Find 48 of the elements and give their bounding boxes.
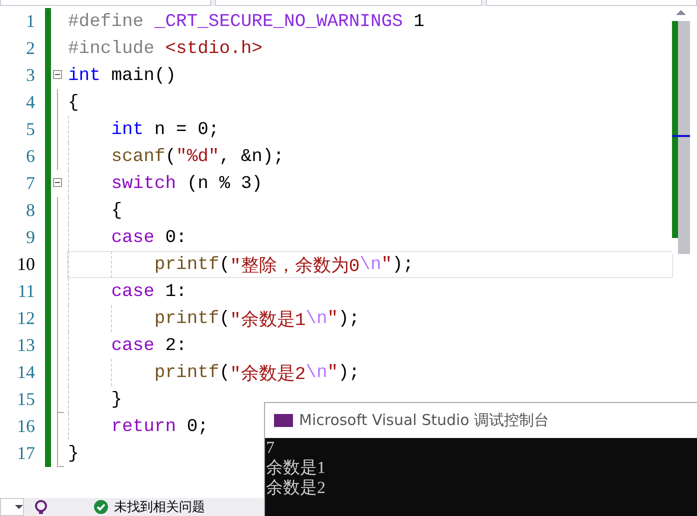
scroll-up-icon[interactable]	[676, 10, 686, 15]
console-output-line: 7	[266, 438, 276, 458]
issues-status-text: 未找到相关问题	[114, 499, 205, 516]
line-number: 16	[16, 416, 36, 437]
code-line: {	[67, 92, 80, 114]
console-icon	[274, 414, 293, 427]
caret-icon	[15, 504, 23, 510]
line-number: 13	[16, 335, 36, 356]
code-line: }	[67, 442, 80, 466]
line-number: 14	[16, 362, 36, 383]
line-number: 8	[25, 200, 36, 221]
code-line: #define _CRT_SECURE_NO_WARNINGS 1	[67, 10, 426, 34]
line-number: 2	[25, 38, 36, 59]
code-line: case 2:	[67, 332, 188, 359]
code-line: printf("余数是1\n");	[67, 305, 361, 332]
line-number: 12	[16, 308, 36, 329]
code-line: return 0;	[67, 413, 210, 440]
line-number: 4	[25, 92, 36, 113]
line-number: 17	[16, 443, 36, 464]
bulb-icon[interactable]	[34, 500, 48, 514]
scrollbar[interactable]	[672, 21, 690, 254]
console-output-line: 余数是1	[266, 458, 326, 478]
code-line: case 1:	[67, 278, 188, 305]
line-number: 5	[25, 119, 36, 140]
line-number: 6	[25, 146, 36, 167]
console-output-line: 余数是2	[266, 478, 326, 498]
code-line: }	[67, 386, 124, 413]
console-title: Microsoft Visual Studio 调试控制台	[299, 411, 550, 430]
zoom-dropdown[interactable]	[0, 498, 24, 516]
check-icon	[94, 500, 108, 514]
line-number: 11	[16, 281, 36, 302]
line-number: 7	[25, 173, 36, 194]
code-line: int main()	[67, 64, 178, 88]
line-number: 1	[25, 11, 36, 32]
code-line: int n = 0;	[67, 116, 220, 143]
line-number: 9	[25, 227, 36, 248]
collapse-icon[interactable]	[53, 178, 62, 187]
code-line: case 0:	[67, 224, 188, 251]
code-line: #include <stdio.h>	[67, 38, 264, 60]
line-number: 15	[16, 389, 36, 410]
line-number: 3	[25, 65, 36, 86]
fold-guide	[57, 413, 58, 440]
collapse-icon[interactable]	[53, 70, 62, 79]
code-line: scanf("%d", &n);	[67, 143, 286, 170]
code-line: printf("余数是2\n");	[67, 359, 361, 386]
code-line: {	[67, 197, 124, 224]
line-number: 10	[16, 254, 36, 275]
code-line: switch (n % 3)	[67, 170, 264, 197]
